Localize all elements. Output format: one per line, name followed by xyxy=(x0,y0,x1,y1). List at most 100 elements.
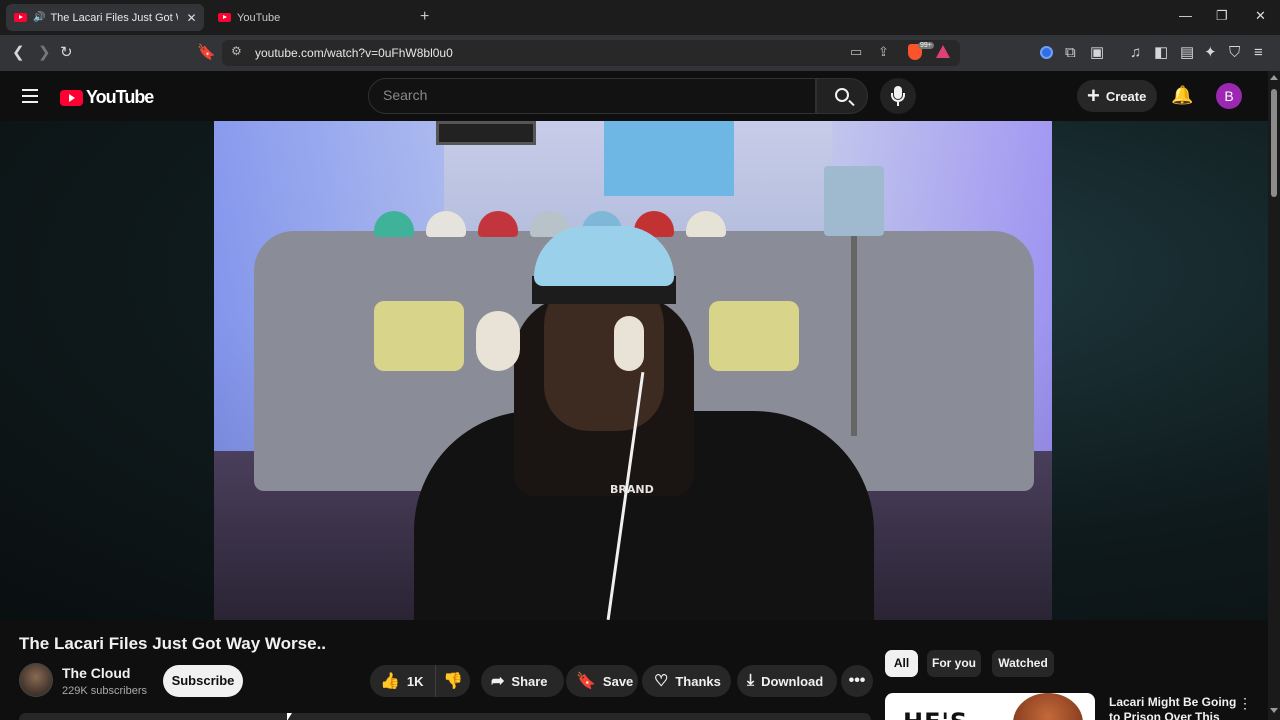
video-title: The Lacari Files Just Got Way Worse.. xyxy=(19,634,327,653)
search-box xyxy=(368,78,816,114)
like-count: 1K xyxy=(406,673,424,689)
url-text[interactable]: youtube.com/watch?v=0uFhW8bl0u0 xyxy=(255,46,453,60)
thanks-button[interactable]: ♡ Thanks xyxy=(642,665,731,697)
wallet-icon[interactable]: ▤ xyxy=(1180,44,1194,62)
page-scrollbar[interactable] xyxy=(1268,71,1280,720)
search-input[interactable] xyxy=(383,87,803,103)
subscribe-button[interactable]: Subscribe xyxy=(163,665,243,697)
shields-count-badge: 99+ xyxy=(918,42,934,49)
save-button[interactable]: 🔖 Save xyxy=(566,665,638,697)
scroll-down-arrow-icon[interactable] xyxy=(1270,708,1278,713)
scrollbar-thumb[interactable] xyxy=(1271,89,1277,197)
channel-subscriber-count: 229K subscribers xyxy=(62,685,147,697)
more-horizontal-icon: ••• xyxy=(848,672,866,689)
share-label: Share xyxy=(511,673,548,689)
thumbs-down-icon: 👎 xyxy=(443,673,463,690)
bookmark-icon[interactable]: 🔖 xyxy=(197,44,216,62)
notifications-bell-icon[interactable]: 🔔 xyxy=(1171,85,1193,106)
thumbnail-text: HE'S xyxy=(903,708,968,720)
download-icon: ⤓ xyxy=(747,672,755,689)
save-label: Save xyxy=(602,673,634,689)
new-tab-icon[interactable]: + xyxy=(420,8,429,26)
youtube-favicon-icon xyxy=(218,13,231,22)
browser-toolbar: ❮ ❯ ↻ 🔖 ⚙ youtube.com/watch?v=0uFhW8bl0u… xyxy=(0,35,1280,71)
screenshot-icon[interactable]: ▣ xyxy=(1090,44,1104,62)
download-button[interactable]: ⤓ Download xyxy=(737,665,837,697)
close-tab-icon[interactable]: ✕ xyxy=(186,11,196,25)
channel-name[interactable]: The Cloud xyxy=(62,665,130,681)
video-frame-lamp-pole xyxy=(851,236,857,436)
video-frame-picture xyxy=(436,121,536,145)
sidebar-toggle-icon[interactable]: ◧ xyxy=(1154,44,1168,62)
search-icon xyxy=(835,88,849,102)
address-bar[interactable]: ⚙ youtube.com/watch?v=0uFhW8bl0u0 ▭ ⇪ 99… xyxy=(222,40,960,66)
tab-title: YouTube xyxy=(237,11,281,24)
close-window-icon[interactable]: ✕ xyxy=(1255,8,1266,24)
description-box[interactable] xyxy=(19,713,871,720)
back-icon[interactable]: ❮ xyxy=(12,44,25,62)
microphone-stand xyxy=(891,93,905,102)
tab-youtube[interactable]: YouTube xyxy=(210,4,410,31)
extensions-puzzle-icon[interactable]: ⧉ xyxy=(1065,44,1076,62)
chip-all[interactable]: All xyxy=(885,650,918,677)
mouse-cursor-icon xyxy=(287,713,292,720)
more-actions-button[interactable]: ••• xyxy=(841,665,873,697)
audio-playing-icon[interactable]: 🔊 xyxy=(33,12,45,23)
account-avatar[interactable]: B xyxy=(1216,83,1242,109)
scroll-up-arrow-icon[interactable] xyxy=(1270,75,1278,80)
chip-for-you[interactable]: For you xyxy=(927,650,981,677)
maximize-icon[interactable]: ❐ xyxy=(1216,8,1228,24)
share-page-icon[interactable]: ⇪ xyxy=(878,44,889,60)
browser-tab-strip: 🔊 The Lacari Files Just Got Way Worse.. … xyxy=(0,0,1280,35)
cast-icon[interactable]: ▭ xyxy=(850,44,862,60)
recommendation-menu-icon[interactable]: ⋮ xyxy=(1238,695,1252,712)
video-frame-shirt-text: BRAND xyxy=(610,483,654,496)
youtube-favicon-icon xyxy=(14,13,27,22)
guide-menu-icon[interactable] xyxy=(22,89,38,103)
brave-rewards-icon[interactable] xyxy=(936,45,950,58)
video-frame-pillow-right xyxy=(709,301,799,371)
thumbs-up-icon: 👍 xyxy=(380,673,400,690)
recommended-video-title[interactable]: Lacari Might Be Going to Prison Over Thi… xyxy=(1109,695,1239,720)
voice-search-button[interactable] xyxy=(880,78,916,114)
chip-watched[interactable]: Watched xyxy=(992,650,1054,677)
bookmark-save-icon: 🔖 xyxy=(576,673,596,690)
microphone-base xyxy=(897,102,899,106)
dislike-button[interactable]: 👎 xyxy=(436,671,470,691)
share-arrow-icon: ➦ xyxy=(491,673,505,690)
browser-menu-icon[interactable]: ≡ xyxy=(1254,44,1263,62)
youtube-logo-text: YouTube xyxy=(86,87,154,107)
vpn-shield-icon[interactable]: ⛉ xyxy=(1229,44,1240,62)
video-frame-jersey xyxy=(604,121,734,196)
plus-icon: + xyxy=(1087,83,1100,108)
video-frame-headphone-left xyxy=(476,311,520,371)
tab-title: The Lacari Files Just Got Way Worse.. xyxy=(50,11,178,24)
search-button[interactable] xyxy=(816,78,868,114)
site-settings-icon[interactable]: ⚙ xyxy=(231,44,242,58)
download-label: Download xyxy=(761,673,824,689)
create-label: Create xyxy=(1105,88,1147,104)
forward-icon[interactable]: ❯ xyxy=(38,44,51,62)
video-frame-pillow-left xyxy=(374,301,464,371)
share-button[interactable]: ➦ Share xyxy=(481,665,564,697)
thanks-label: Thanks xyxy=(675,673,721,689)
recommended-video-thumbnail[interactable]: HE'S xyxy=(885,693,1095,720)
tab-lacari-video[interactable]: 🔊 The Lacari Files Just Got Way Worse.. … xyxy=(6,4,204,31)
video-frame-cap xyxy=(534,226,674,286)
thumbnail-face xyxy=(1013,693,1083,720)
reload-icon[interactable]: ↻ xyxy=(60,44,73,62)
leo-ai-icon[interactable]: ✦ xyxy=(1204,44,1217,62)
media-music-icon[interactable]: ♫ xyxy=(1130,44,1141,62)
create-button[interactable]: + Create xyxy=(1077,80,1157,112)
minimize-icon[interactable]: — xyxy=(1179,8,1192,23)
youtube-play-logo-icon xyxy=(60,89,83,106)
video-frame-headphone-right xyxy=(614,316,644,371)
like-button[interactable]: 👍 1K xyxy=(370,665,436,697)
channel-avatar[interactable] xyxy=(19,663,53,697)
video-frame-lamp xyxy=(824,166,884,236)
super-thanks-icon: ♡ xyxy=(654,673,669,690)
youtube-header: YouTube + Create 🔔 B xyxy=(0,71,1280,121)
video-player[interactable]: BRAND xyxy=(214,121,1052,620)
extension-icon[interactable] xyxy=(1040,46,1053,59)
youtube-logo[interactable]: YouTube xyxy=(60,87,154,108)
